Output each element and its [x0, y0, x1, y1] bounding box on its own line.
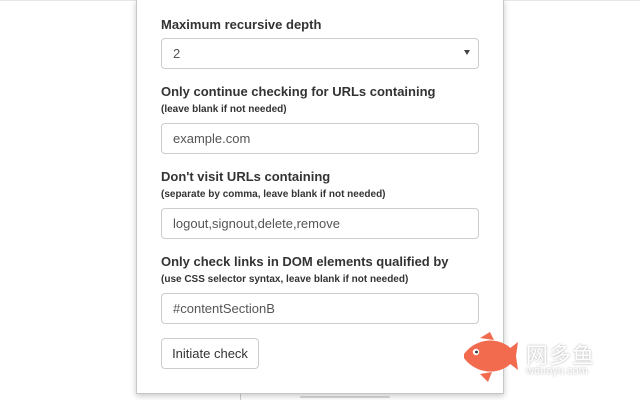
depth-label: Maximum recursive depth — [161, 17, 322, 32]
css-selector-input[interactable]: #contentSectionB — [161, 293, 479, 324]
settings-popup: Maximum recursive depth 2 Only continue … — [136, 0, 504, 394]
contain-url-value: example.com — [173, 131, 251, 146]
contain-hint: (leave blank if not needed) — [161, 104, 287, 115]
contain-label: Only continue checking for URLs containi… — [161, 84, 436, 99]
exclude-label: Don't visit URLs containing — [161, 169, 331, 184]
watermark: 网多鱼 wduoyu.com — [460, 330, 636, 386]
exclude-url-input[interactable]: logout,signout,delete,remove — [161, 208, 479, 239]
selector-hint: (use CSS selector syntax, leave blank if… — [161, 274, 409, 285]
selector-label: Only check links in DOM elements qualifi… — [161, 254, 449, 269]
depth-selected-value: 2 — [173, 46, 181, 61]
depth-select[interactable]: 2 — [161, 38, 479, 69]
contain-url-input[interactable]: example.com — [161, 123, 479, 154]
screen: Maximum recursive depth 2 Only continue … — [0, 0, 640, 400]
exclude-url-value: logout,signout,delete,remove — [173, 216, 340, 231]
fish-logo-icon — [464, 332, 518, 382]
initiate-check-button[interactable]: Initiate check — [161, 338, 259, 369]
chevron-down-icon — [464, 50, 470, 55]
background-text-fragment — [300, 396, 390, 398]
css-selector-value: #contentSectionB — [173, 301, 275, 316]
exclude-hint: (separate by comma, leave blank if not n… — [161, 189, 386, 200]
watermark-domain: wduoyu.com — [526, 365, 588, 377]
